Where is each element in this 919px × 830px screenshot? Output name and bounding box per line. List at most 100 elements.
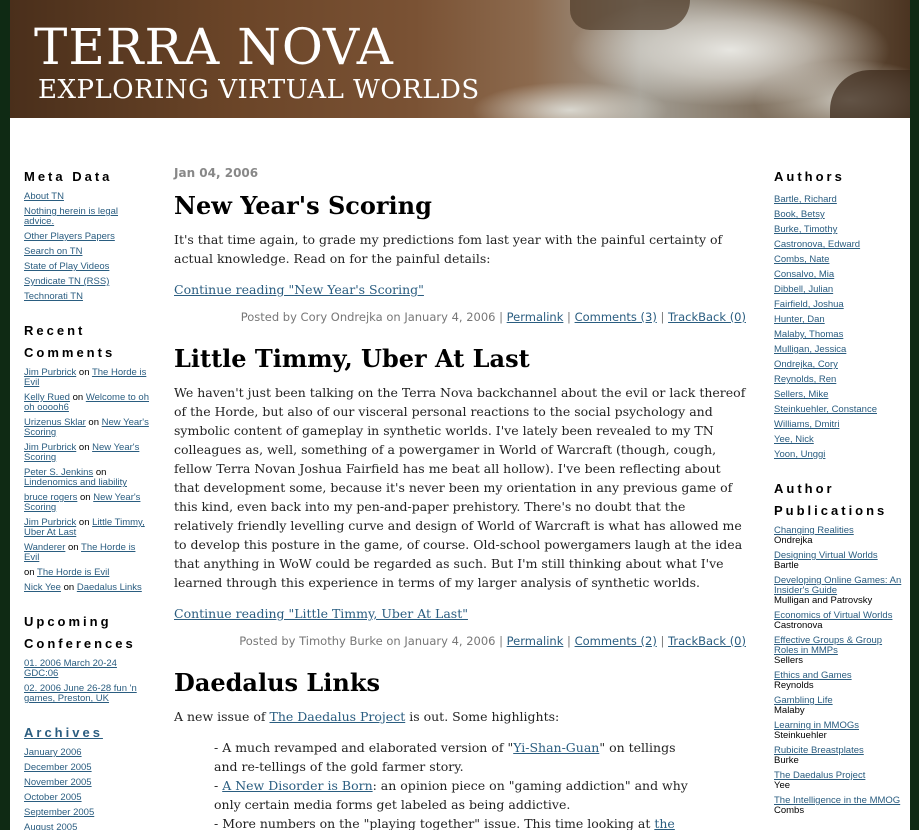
comment-post-link[interactable]: The Horde is Evil: [37, 567, 109, 578]
post-title: Little Timmy, Uber At Last: [174, 344, 530, 373]
author-link[interactable]: Hunter, Dan: [774, 314, 825, 325]
archive-link[interactable]: August 2005: [24, 822, 77, 830]
publication-author: Reynolds: [774, 680, 814, 691]
author-link[interactable]: Consalvo, Mia: [774, 269, 834, 280]
banner-rock: [830, 70, 910, 118]
site-title[interactable]: TERRA NOVA: [34, 20, 394, 74]
author-link[interactable]: Yoon, Unggi: [774, 449, 825, 460]
publication-link[interactable]: The Daedalus Project: [774, 771, 904, 781]
archive-link[interactable]: September 2005: [24, 807, 94, 818]
list-item: Nothing herein is legal advice.: [24, 207, 150, 227]
author-link[interactable]: Steinkuehler, Constance: [774, 404, 877, 415]
author-link[interactable]: Book, Betsy: [774, 209, 825, 220]
author-link[interactable]: Reynolds, Ren: [774, 374, 836, 385]
post: Little Timmy, Uber At Last We haven't ju…: [174, 345, 746, 649]
on-text: on: [24, 567, 35, 578]
pubs-heading-line1: Author: [774, 481, 835, 496]
archive-link[interactable]: November 2005: [24, 777, 92, 788]
post-title: New Year's Scoring: [174, 191, 432, 220]
meta-link[interactable]: Nothing herein is legal advice.: [24, 206, 118, 227]
meta-link[interactable]: About TN: [24, 191, 64, 202]
conference-link[interactable]: 01. 2006 March 20-24 GDC:06: [24, 658, 117, 679]
permalink-link[interactable]: Permalink: [507, 634, 564, 648]
commenter-link[interactable]: Nick Yee: [24, 582, 61, 593]
post-title: Daedalus Links: [174, 668, 380, 697]
authors-list: Bartle, Richard Book, Betsy Burke, Timot…: [774, 192, 904, 462]
list-item: Williams, Dmitri: [774, 417, 904, 432]
author-link[interactable]: Fairfield, Joshua: [774, 299, 844, 310]
author-link[interactable]: Mulligan, Jessica: [774, 344, 846, 355]
publication-author: Bartle: [774, 560, 799, 571]
publication-link[interactable]: Effective Groups & Group Roles in MMPs: [774, 636, 904, 656]
highlight-link[interactable]: A New Disorder is Born: [222, 778, 372, 793]
publication-link[interactable]: Developing Online Games: An Insider's Gu…: [774, 576, 904, 596]
archive-link[interactable]: October 2005: [24, 792, 82, 803]
highlight-item: - A much revamped and elaborated version…: [214, 738, 702, 776]
conferences-list: 01. 2006 March 20-24 GDC:06 02. 2006 Jun…: [24, 659, 150, 704]
archives-list: January 2006 December 2005 November 2005…: [24, 748, 150, 830]
author-link[interactable]: Ondrejka, Cory: [774, 359, 838, 370]
post-body: We haven't just been talking on the Terr…: [174, 385, 746, 590]
list-item: The Daedalus Project Yee: [774, 771, 904, 791]
publication-author: Steinkuehler: [774, 730, 827, 741]
left-sidebar: Meta Data About TN Nothing herein is leg…: [24, 166, 150, 830]
list-item: Jim Purbrick on New Year's Scoring: [24, 443, 150, 463]
comments-link[interactable]: Comments (3): [575, 310, 657, 324]
post: Daedalus Links A new issue of The Daedal…: [174, 669, 746, 830]
highlight-item: - More numbers on the "playing together"…: [214, 814, 702, 830]
continue-reading-link[interactable]: Continue reading "Little Timmy, Uber At …: [174, 606, 468, 621]
list-item: The Intelligence in the MMOG Combs: [774, 796, 904, 816]
separator: |: [567, 634, 571, 648]
author-link[interactable]: Burke, Timothy: [774, 224, 837, 235]
list-item: Burke, Timothy: [774, 222, 904, 237]
posted-by: Posted by Timothy Burke on January 4, 20…: [239, 634, 503, 648]
publication-author: Burke: [774, 755, 799, 766]
site-banner[interactable]: TERRA NOVA EXPLORING VIRTUAL WORLDS: [10, 0, 910, 118]
author-link[interactable]: Combs, Nate: [774, 254, 829, 265]
on-text: on: [78, 367, 90, 378]
author-link[interactable]: Castronova, Edward: [774, 239, 860, 250]
list-item: Bartle, Richard: [774, 192, 904, 207]
author-link[interactable]: Sellers, Mike: [774, 389, 828, 400]
conference-link[interactable]: 02. 2006 June 26-28 fun 'n games, Presto…: [24, 683, 137, 704]
post-intro: A new issue of The Daedalus Project is o…: [174, 707, 746, 726]
meta-data-heading: Meta Data: [24, 169, 113, 184]
continue-reading-link[interactable]: Continue reading "New Year's Scoring": [174, 282, 424, 297]
list-item: Fairfield, Joshua: [774, 297, 904, 312]
highlight-link[interactable]: Yi-Shan-Guan: [513, 740, 599, 755]
meta-link[interactable]: Other Players Papers: [24, 231, 115, 242]
author-link[interactable]: Dibbell, Julian: [774, 284, 833, 295]
author-link[interactable]: Williams, Dmitri: [774, 419, 839, 430]
comment-post-link[interactable]: Daedalus Links: [77, 582, 142, 593]
comments-link[interactable]: Comments (2): [575, 634, 657, 648]
archive-link[interactable]: December 2005: [24, 762, 92, 773]
comment-post-link[interactable]: Lindenomics and liability: [24, 477, 127, 488]
archives-heading[interactable]: Archives: [24, 722, 150, 744]
list-item: Urizenus Sklar on New Year's Scoring: [24, 418, 150, 438]
archive-link[interactable]: January 2006: [24, 747, 82, 758]
list-item: Malaby, Thomas: [774, 327, 904, 342]
meta-link[interactable]: Syndicate TN (RSS): [24, 276, 109, 287]
pubs-heading-line2: Publications: [774, 503, 888, 518]
list-item: on The Horde is Evil: [24, 568, 150, 578]
post: New Year's Scoring It's that time again,…: [174, 192, 746, 325]
meta-link[interactable]: State of Play Videos: [24, 261, 109, 272]
permalink-link[interactable]: Permalink: [507, 310, 564, 324]
list-item: Mulligan, Jessica: [774, 342, 904, 357]
list-item: Ondrejka, Cory: [774, 357, 904, 372]
list-item: Yoon, Unggi: [774, 447, 904, 462]
daedalus-project-link[interactable]: The Daedalus Project: [270, 709, 406, 724]
trackback-link[interactable]: TrackBack (0): [668, 310, 746, 324]
author-link[interactable]: Bartle, Richard: [774, 194, 837, 205]
meta-link[interactable]: Technorati TN: [24, 291, 83, 302]
publication-author: Sellers: [774, 655, 804, 666]
list-item: Kelly Rued on Welcome to oh oh ooooh6: [24, 393, 150, 413]
site-subtitle: EXPLORING VIRTUAL WORLDS: [38, 75, 480, 105]
highlight-text: - A much revamped and elaborated version…: [214, 740, 514, 755]
meta-link[interactable]: Search on TN: [24, 246, 82, 257]
author-link[interactable]: Malaby, Thomas: [774, 329, 843, 340]
author-link[interactable]: Yee, Nick: [774, 434, 814, 445]
trackback-link[interactable]: TrackBack (0): [668, 634, 746, 648]
publications-list: Changing Realities Ondrejka Designing Vir…: [774, 526, 904, 816]
on-text: on: [88, 417, 99, 428]
